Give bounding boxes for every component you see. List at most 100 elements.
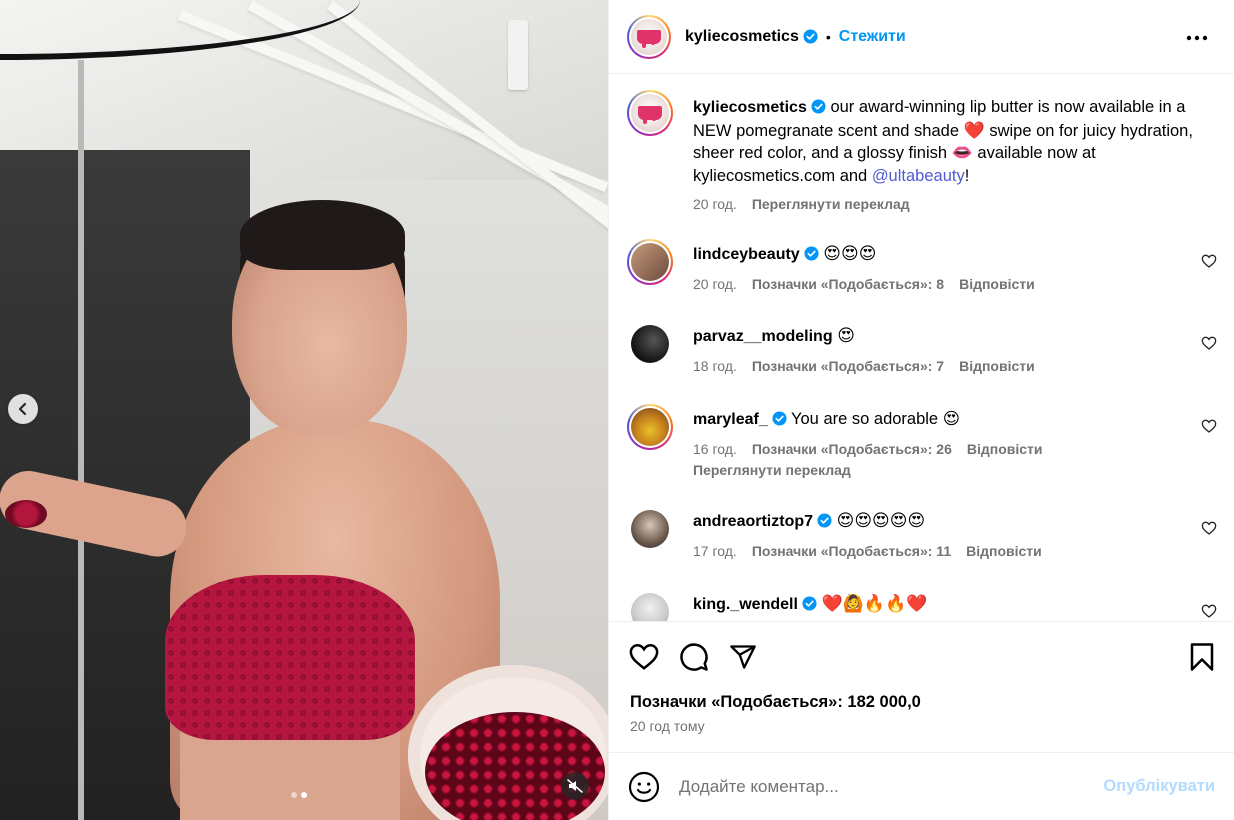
kylie-logo-icon (631, 94, 669, 132)
comment-avatar[interactable] (627, 589, 673, 621)
spoon-pomegranate (5, 500, 47, 528)
chevron-left-icon (18, 402, 27, 416)
comment-meta: 18 год. Позначки «Подобається»: 7 Відпов… (693, 358, 1035, 374)
post-sidebar: kyliecosmetics • Стежити kyliecosmetics … (608, 0, 1234, 820)
comment-username[interactable]: maryleaf_ (693, 411, 768, 428)
comment-button[interactable] (678, 641, 710, 673)
comment-avatar[interactable] (627, 404, 673, 450)
reply-button[interactable]: Відповісти (966, 543, 1042, 559)
author-avatar[interactable] (627, 14, 671, 59)
lips-emoji: 👄 (951, 143, 973, 163)
comment-text: king._wendell ❤️🙆🔥🔥❤️ (693, 593, 1198, 617)
publish-button[interactable]: Опублікувати (1103, 777, 1215, 796)
mention-link[interactable]: @ultabeauty (872, 167, 965, 185)
drip-logo-mark (637, 29, 661, 48)
carousel-dot-active (301, 792, 307, 798)
comment-body: ❤️🙆🔥🔥❤️ (821, 594, 928, 614)
like-comment-heart-icon[interactable] (1201, 520, 1217, 536)
speaker-muted-icon (567, 779, 583, 793)
pomegranate-seeds (425, 712, 605, 820)
comment-username[interactable]: king._wendell (693, 596, 798, 613)
comment-body: 😍😍😍😍😍 (836, 511, 926, 531)
comment-time: 17 год. (693, 543, 737, 559)
comment-input[interactable] (679, 773, 1079, 801)
post-media[interactable] (0, 0, 608, 820)
reply-button[interactable]: Відповісти (967, 441, 1043, 457)
comment-username[interactable]: andreaortiztop7 (693, 513, 813, 530)
heart-icon (629, 643, 659, 670)
emoji-picker-button[interactable] (628, 771, 660, 803)
user-photo-avatar (631, 510, 669, 548)
like-comment-heart-icon[interactable] (1201, 253, 1217, 269)
avatar-frame (629, 16, 669, 57)
comment-body: 😍 (837, 326, 855, 346)
avatar-frame (629, 406, 671, 448)
comment-meta: 20 год. Позначки «Подобається»: 8 Відпов… (693, 276, 1035, 292)
user-photo-avatar (631, 408, 669, 446)
comment-avatar[interactable] (627, 239, 673, 285)
follow-button[interactable]: Стежити (839, 28, 906, 46)
comment-meta: 16 год. Позначки «Подобається»: 26 Відпо… (693, 441, 1043, 457)
carousel-indicator (291, 792, 307, 798)
kylie-logo-icon (631, 18, 667, 55)
comment-time: 16 год. (693, 441, 737, 457)
verified-badge-icon (817, 513, 832, 528)
comment-likes[interactable]: Позначки «Подобається»: 8 (752, 276, 944, 292)
verified-badge-icon (802, 596, 817, 611)
post-action-bar: Позначки «Подобається»: 182 000,0 20 год… (609, 621, 1234, 752)
comment-item: maryleaf_ You are so adorable 😍 16 год. … (627, 404, 1227, 494)
like-comment-heart-icon[interactable] (1201, 335, 1217, 351)
light-stand (78, 60, 84, 820)
caption-meta: 20 год. Переглянути переклад (693, 196, 910, 212)
like-comment-heart-icon[interactable] (1201, 418, 1217, 434)
save-button[interactable] (1186, 641, 1218, 673)
author-username[interactable]: kyliecosmetics (685, 28, 799, 46)
carousel-prev-button[interactable] (8, 394, 38, 424)
caption-avatar[interactable] (627, 90, 673, 136)
comment-item: lindceybeauty 😍😍😍 20 год. Позначки «Подо… (627, 239, 1227, 309)
like-button[interactable] (628, 641, 660, 673)
comment-likes[interactable]: Позначки «Подобається»: 7 (752, 358, 944, 374)
verified-badge-icon (772, 411, 787, 426)
verified-badge-icon (804, 246, 819, 261)
post-timestamp: 20 год тому (630, 718, 705, 734)
comment-body: You are so adorable 😍 (791, 410, 960, 428)
ceiling-light (508, 20, 528, 90)
comment-text: maryleaf_ You are so adorable 😍 (693, 408, 1198, 432)
model-hair-top (240, 200, 405, 270)
comment-translate-row: Переглянути переклад (693, 462, 851, 478)
mute-button[interactable] (561, 772, 589, 800)
reply-button[interactable]: Відповісти (959, 358, 1035, 374)
post-likes-count[interactable]: Позначки «Подобається»: 182 000,0 (630, 693, 921, 712)
comment-text: parvaz__modeling 😍 (693, 325, 1198, 349)
carousel-dot (291, 792, 297, 798)
caption-end: ! (964, 166, 970, 185)
post-header: kyliecosmetics • Стежити (609, 0, 1234, 74)
comment-likes[interactable]: Позначки «Подобається»: 26 (752, 441, 952, 457)
see-translation-link[interactable]: Переглянути переклад (752, 196, 910, 212)
comment-username[interactable]: parvaz__modeling (693, 328, 833, 345)
more-horizontal-icon (1186, 35, 1208, 41)
comment-item: king._wendell ❤️🙆🔥🔥❤️ (627, 589, 1227, 621)
verified-badge-icon (803, 29, 818, 44)
like-comment-heart-icon[interactable] (1201, 603, 1217, 619)
more-options-button[interactable] (1185, 26, 1209, 50)
comment-avatar[interactable] (627, 506, 673, 552)
comment-avatar[interactable] (627, 321, 673, 367)
avatar-frame (629, 241, 671, 283)
share-button[interactable] (727, 641, 759, 673)
see-translation-link[interactable]: Переглянути переклад (693, 462, 851, 478)
comment-text: lindceybeauty 😍😍😍 (693, 243, 1198, 267)
bookmark-icon (1190, 643, 1214, 671)
caption: kyliecosmetics our award-winning lip but… (627, 90, 1227, 220)
comment-icon (680, 643, 708, 671)
share-icon (730, 645, 756, 669)
comment-body: 😍😍😍 (823, 244, 877, 264)
comments-list[interactable]: kyliecosmetics our award-winning lip but… (609, 75, 1234, 621)
caption-text: kyliecosmetics our award-winning lip but… (693, 96, 1198, 187)
reply-button[interactable]: Відповісти (959, 276, 1035, 292)
caption-username[interactable]: kyliecosmetics (693, 99, 807, 116)
user-photo-avatar (631, 243, 669, 281)
comment-username[interactable]: lindceybeauty (693, 246, 800, 263)
comment-likes[interactable]: Позначки «Подобається»: 11 (752, 543, 951, 559)
